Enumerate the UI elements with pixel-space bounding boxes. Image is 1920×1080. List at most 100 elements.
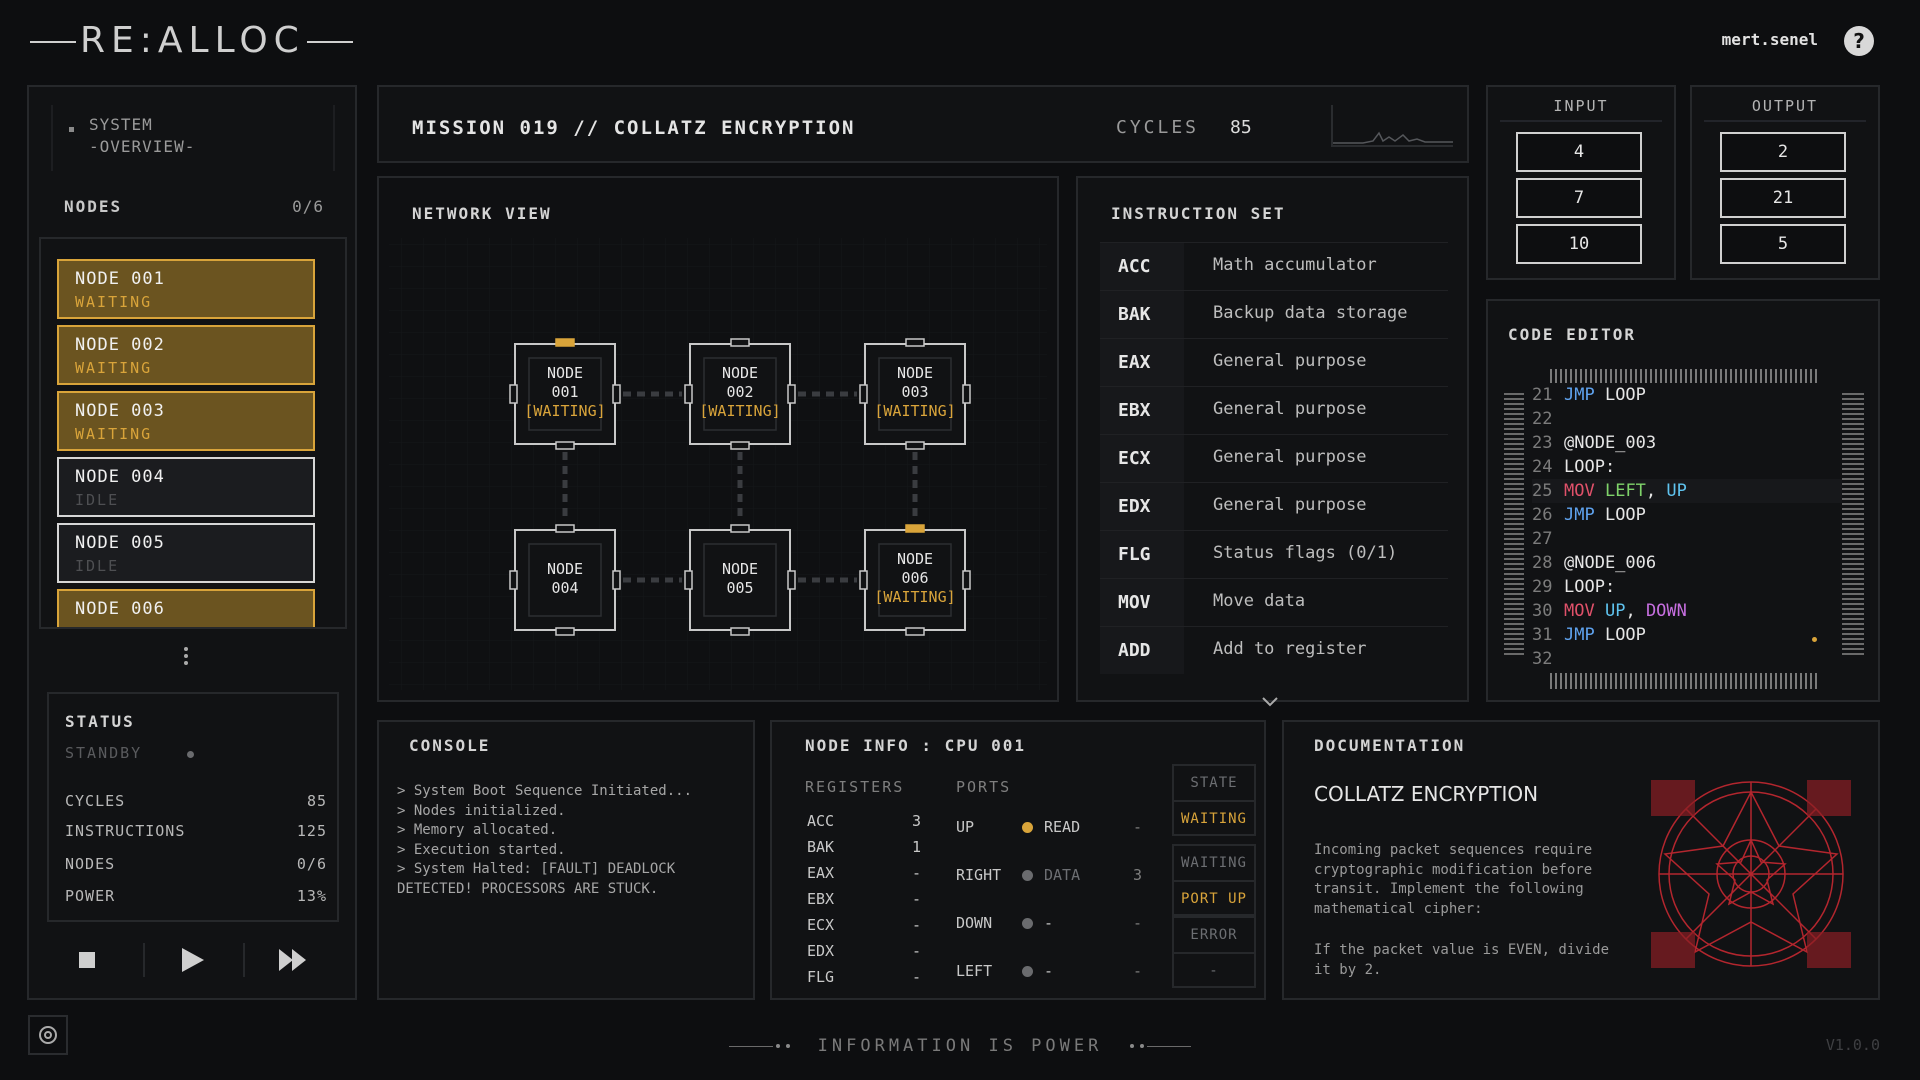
system-overview-button[interactable]: SYSTEM -OVERVIEW-: [51, 105, 335, 171]
code-line[interactable]: 25 MOV LEFT, UP: [1532, 479, 1842, 503]
instruction-row[interactable]: ECX General purpose: [1100, 434, 1448, 482]
instruction-row[interactable]: ADD Add to register: [1100, 626, 1448, 674]
nodes-header: NODES 0/6: [64, 197, 324, 216]
console-line: > Memory allocated.: [397, 822, 558, 838]
instruction-list[interactable]: ACC Math accumulator BAK Backup data stora…: [1100, 242, 1448, 682]
nodes-label: NODES: [64, 197, 123, 216]
footer-motto: INFORMATION IS POWER: [0, 1036, 1920, 1056]
network-node-004[interactable]: NODE004: [509, 524, 621, 636]
code-line[interactable]: 21 JMP LOOP: [1532, 383, 1842, 407]
port-status-icon: [1022, 870, 1033, 881]
instruction-row[interactable]: ACC Math accumulator: [1100, 242, 1448, 290]
code-token: JMP: [1564, 385, 1595, 405]
chevron-down-icon[interactable]: [1262, 692, 1278, 711]
instruction-row[interactable]: EAX General purpose: [1100, 338, 1448, 386]
node-item-004[interactable]: NODE 004 IDLE: [57, 457, 315, 517]
network-node-001[interactable]: NODE001[WAITING]: [509, 338, 621, 450]
code-line[interactable]: 26 JMP LOOP: [1532, 503, 1842, 527]
port-up-tab: [730, 338, 750, 347]
code-line[interactable]: 22: [1532, 407, 1842, 431]
code-line[interactable]: 23 @NODE_003: [1532, 431, 1842, 455]
node-name: NODE 001: [75, 269, 165, 289]
port-down-tab: [555, 441, 575, 450]
stop-icon[interactable]: [57, 935, 117, 985]
code-line[interactable]: 32: [1532, 647, 1842, 671]
line-number: 26: [1532, 505, 1553, 525]
version-label: V1.0.0: [1825, 1036, 1880, 1054]
code-line[interactable]: 27: [1532, 527, 1842, 551]
node-list[interactable]: NODE 001 WAITING NODE 002 WAITING NODE 0…: [39, 237, 347, 629]
code-text-area[interactable]: 21 JMP LOOP 22 23 @NODE_003 24 LOOP: 25 MOV LEFT…: [1532, 383, 1842, 671]
code-line[interactable]: 24 LOOP:: [1532, 455, 1842, 479]
network-node-006[interactable]: NODE006[WAITING]: [859, 524, 971, 636]
documentation-text: Incoming packet sequences require crypto…: [1314, 842, 1593, 917]
register-value: -: [911, 864, 921, 882]
port-down-tab: [730, 441, 750, 450]
port-mode: -: [1044, 914, 1054, 932]
node-item-006[interactable]: NODE 006: [57, 589, 315, 627]
port-right-tab: [787, 384, 796, 404]
instruction-op: ADD: [1100, 627, 1184, 674]
fast-forward-icon[interactable]: [263, 935, 323, 985]
motto-text: INFORMATION IS POWER: [817, 1036, 1103, 1056]
instruction-row[interactable]: BAK Backup data storage: [1100, 290, 1448, 338]
divider: [729, 1045, 774, 1047]
code-token: LOOP:: [1564, 577, 1616, 597]
node-id: 002: [726, 383, 753, 401]
instruction-row[interactable]: MOV Move data: [1100, 578, 1448, 626]
port-right-tab: [612, 384, 621, 404]
line-number: 24: [1532, 457, 1553, 477]
code-line[interactable]: 28 @NODE_006: [1532, 551, 1842, 575]
instruction-row[interactable]: EDX General purpose: [1100, 482, 1448, 530]
more-options-icon[interactable]: [184, 647, 190, 668]
port-down-tab: [905, 627, 925, 636]
code-line[interactable]: 29 LOOP:: [1532, 575, 1842, 599]
dot: [1129, 1044, 1134, 1048]
code-token: MOV: [1564, 601, 1595, 621]
port-name: RIGHT: [956, 866, 1002, 884]
instruction-row[interactable]: FLG Status flags (0/1): [1100, 530, 1448, 578]
username[interactable]: mert.senel: [1722, 30, 1818, 49]
port-left-tab: [509, 570, 518, 590]
scrollbar[interactable]: [1842, 393, 1864, 655]
port-value: 3: [1132, 866, 1142, 884]
port-name: LEFT: [956, 962, 993, 980]
node-item-001[interactable]: NODE 001 WAITING: [57, 259, 315, 319]
code-token: JMP: [1564, 505, 1595, 525]
waiting-value: PORT UP: [1174, 880, 1254, 914]
network-node-002[interactable]: NODE002[WAITING]: [684, 338, 796, 450]
divider: [243, 943, 245, 977]
status-row-label: INSTRUCTIONS: [65, 822, 186, 840]
registers-header: REGISTERS: [805, 778, 905, 796]
ruler: [1550, 369, 1818, 383]
app-logo: RE:ALLOC: [30, 20, 353, 61]
network-node-003[interactable]: NODE003[WAITING]: [859, 338, 971, 450]
port-up-tab: [905, 338, 925, 347]
node-label: NODE: [722, 560, 758, 578]
status-row-value: 125: [296, 822, 327, 840]
help-icon[interactable]: ?: [1844, 26, 1874, 56]
mission-header: MISSION 019 // COLLATZ ENCRYPTION CYCLES…: [377, 85, 1469, 163]
instruction-desc: Math accumulator: [1213, 255, 1377, 275]
port-down-tab: [730, 627, 750, 636]
instruction-desc: Move data: [1213, 591, 1306, 611]
port-right-tab: [612, 570, 621, 590]
node-name: NODE 002: [75, 335, 165, 355]
node-state: [WAITING]: [699, 402, 780, 420]
instruction-desc: General purpose: [1213, 447, 1367, 467]
console-line: DETECTED! PROCESSORS ARE STUCK.: [397, 880, 659, 897]
code-line[interactable]: 31 JMP LOOP: [1532, 623, 1842, 647]
network-node-005[interactable]: NODE005: [684, 524, 796, 636]
code-line[interactable]: 30 MOV UP, DOWN: [1532, 599, 1842, 623]
status-row-label: POWER: [65, 887, 116, 905]
node-item-005[interactable]: NODE 005 IDLE: [57, 523, 315, 583]
port-left-tab: [684, 384, 693, 404]
play-icon[interactable]: [163, 935, 223, 985]
instruction-row[interactable]: EBX General purpose: [1100, 386, 1448, 434]
instruction-desc: Add to register: [1213, 639, 1367, 659]
node-item-003[interactable]: NODE 003 WAITING: [57, 391, 315, 451]
node-state: WAITING: [75, 425, 153, 443]
line-number: 30: [1532, 601, 1553, 621]
port-value: -: [1132, 818, 1142, 836]
node-item-002[interactable]: NODE 002 WAITING: [57, 325, 315, 385]
